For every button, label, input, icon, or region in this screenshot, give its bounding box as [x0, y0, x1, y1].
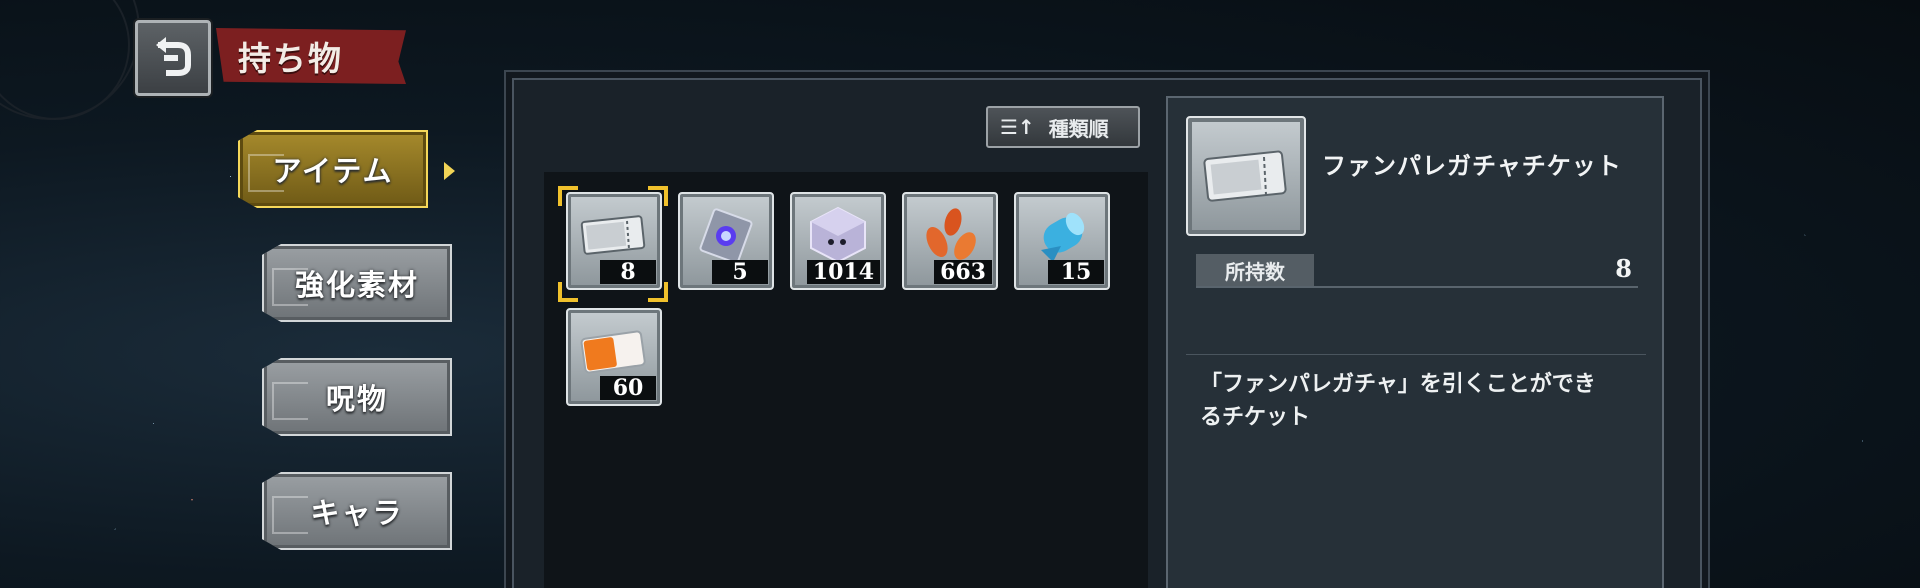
- crystal-card-icon: [690, 204, 762, 266]
- active-tab-arrow-icon: [444, 162, 455, 180]
- sort-icon: ☰↑: [1000, 115, 1035, 139]
- sort-button[interactable]: ☰↑ 種類順: [986, 106, 1140, 148]
- item-count: 1014: [806, 260, 880, 284]
- selection-corner-tr: [648, 186, 668, 206]
- scroll-icon: [1026, 204, 1098, 266]
- tab-enhance-materials[interactable]: 強化素材: [262, 244, 452, 322]
- page-title: 持ち物: [238, 39, 343, 78]
- item-count: 60: [600, 376, 656, 400]
- item-count: 15: [1048, 260, 1104, 284]
- owned-count-value: 8: [1615, 254, 1632, 283]
- page-title-banner: 持ち物: [216, 28, 406, 84]
- selection-corner-bl: [558, 282, 578, 302]
- orange-ticket-icon: [578, 320, 650, 382]
- item-slot-gem-cube[interactable]: 1014: [790, 192, 886, 290]
- item-description-line1: 「ファンパレガチャ」を引くことができ: [1200, 371, 1596, 397]
- item-count: 5: [712, 260, 768, 284]
- item-description-line2: るチケット: [1200, 404, 1311, 430]
- item-slot-crystal-card[interactable]: 5: [678, 192, 774, 290]
- petals-icon: [914, 204, 986, 266]
- owned-count-label: 所持数: [1196, 254, 1314, 286]
- sort-label: 種類順: [1048, 116, 1109, 141]
- tab-items[interactable]: アイテム: [238, 130, 428, 208]
- back-button[interactable]: [135, 20, 211, 96]
- item-description: 「ファンパレガチャ」を引くことができ るチケット: [1200, 368, 1640, 434]
- tab-cursed-objects-label: 呪物: [325, 382, 388, 416]
- item-slot-ticket[interactable]: 8: [566, 192, 662, 290]
- back-arrow-icon: [156, 37, 191, 76]
- tab-characters-label: キャラ: [310, 496, 404, 530]
- item-count: 8: [600, 260, 656, 284]
- item-slot-orange-ticket[interactable]: 60: [566, 308, 662, 406]
- selection-corner-tl: [558, 186, 578, 206]
- item-slot-scroll[interactable]: 15: [1014, 192, 1110, 290]
- tab-characters[interactable]: キャラ: [262, 472, 452, 550]
- selection-corner-br: [648, 282, 668, 302]
- item-name: ファンパレガチャチケット: [1322, 151, 1622, 180]
- owned-count-row: 所持数 8: [1196, 254, 1638, 288]
- tab-cursed-objects[interactable]: 呪物: [262, 358, 452, 436]
- tab-items-label: アイテム: [272, 154, 394, 188]
- item-slot-petals[interactable]: 663: [902, 192, 998, 290]
- description-divider: [1186, 354, 1646, 355]
- tab-enhance-materials-label: 強化素材: [294, 268, 419, 302]
- gem-cube-icon: [802, 204, 874, 266]
- ticket-icon: [578, 204, 650, 266]
- item-count: 663: [934, 260, 992, 284]
- detail-ticket-icon: [1186, 116, 1306, 236]
